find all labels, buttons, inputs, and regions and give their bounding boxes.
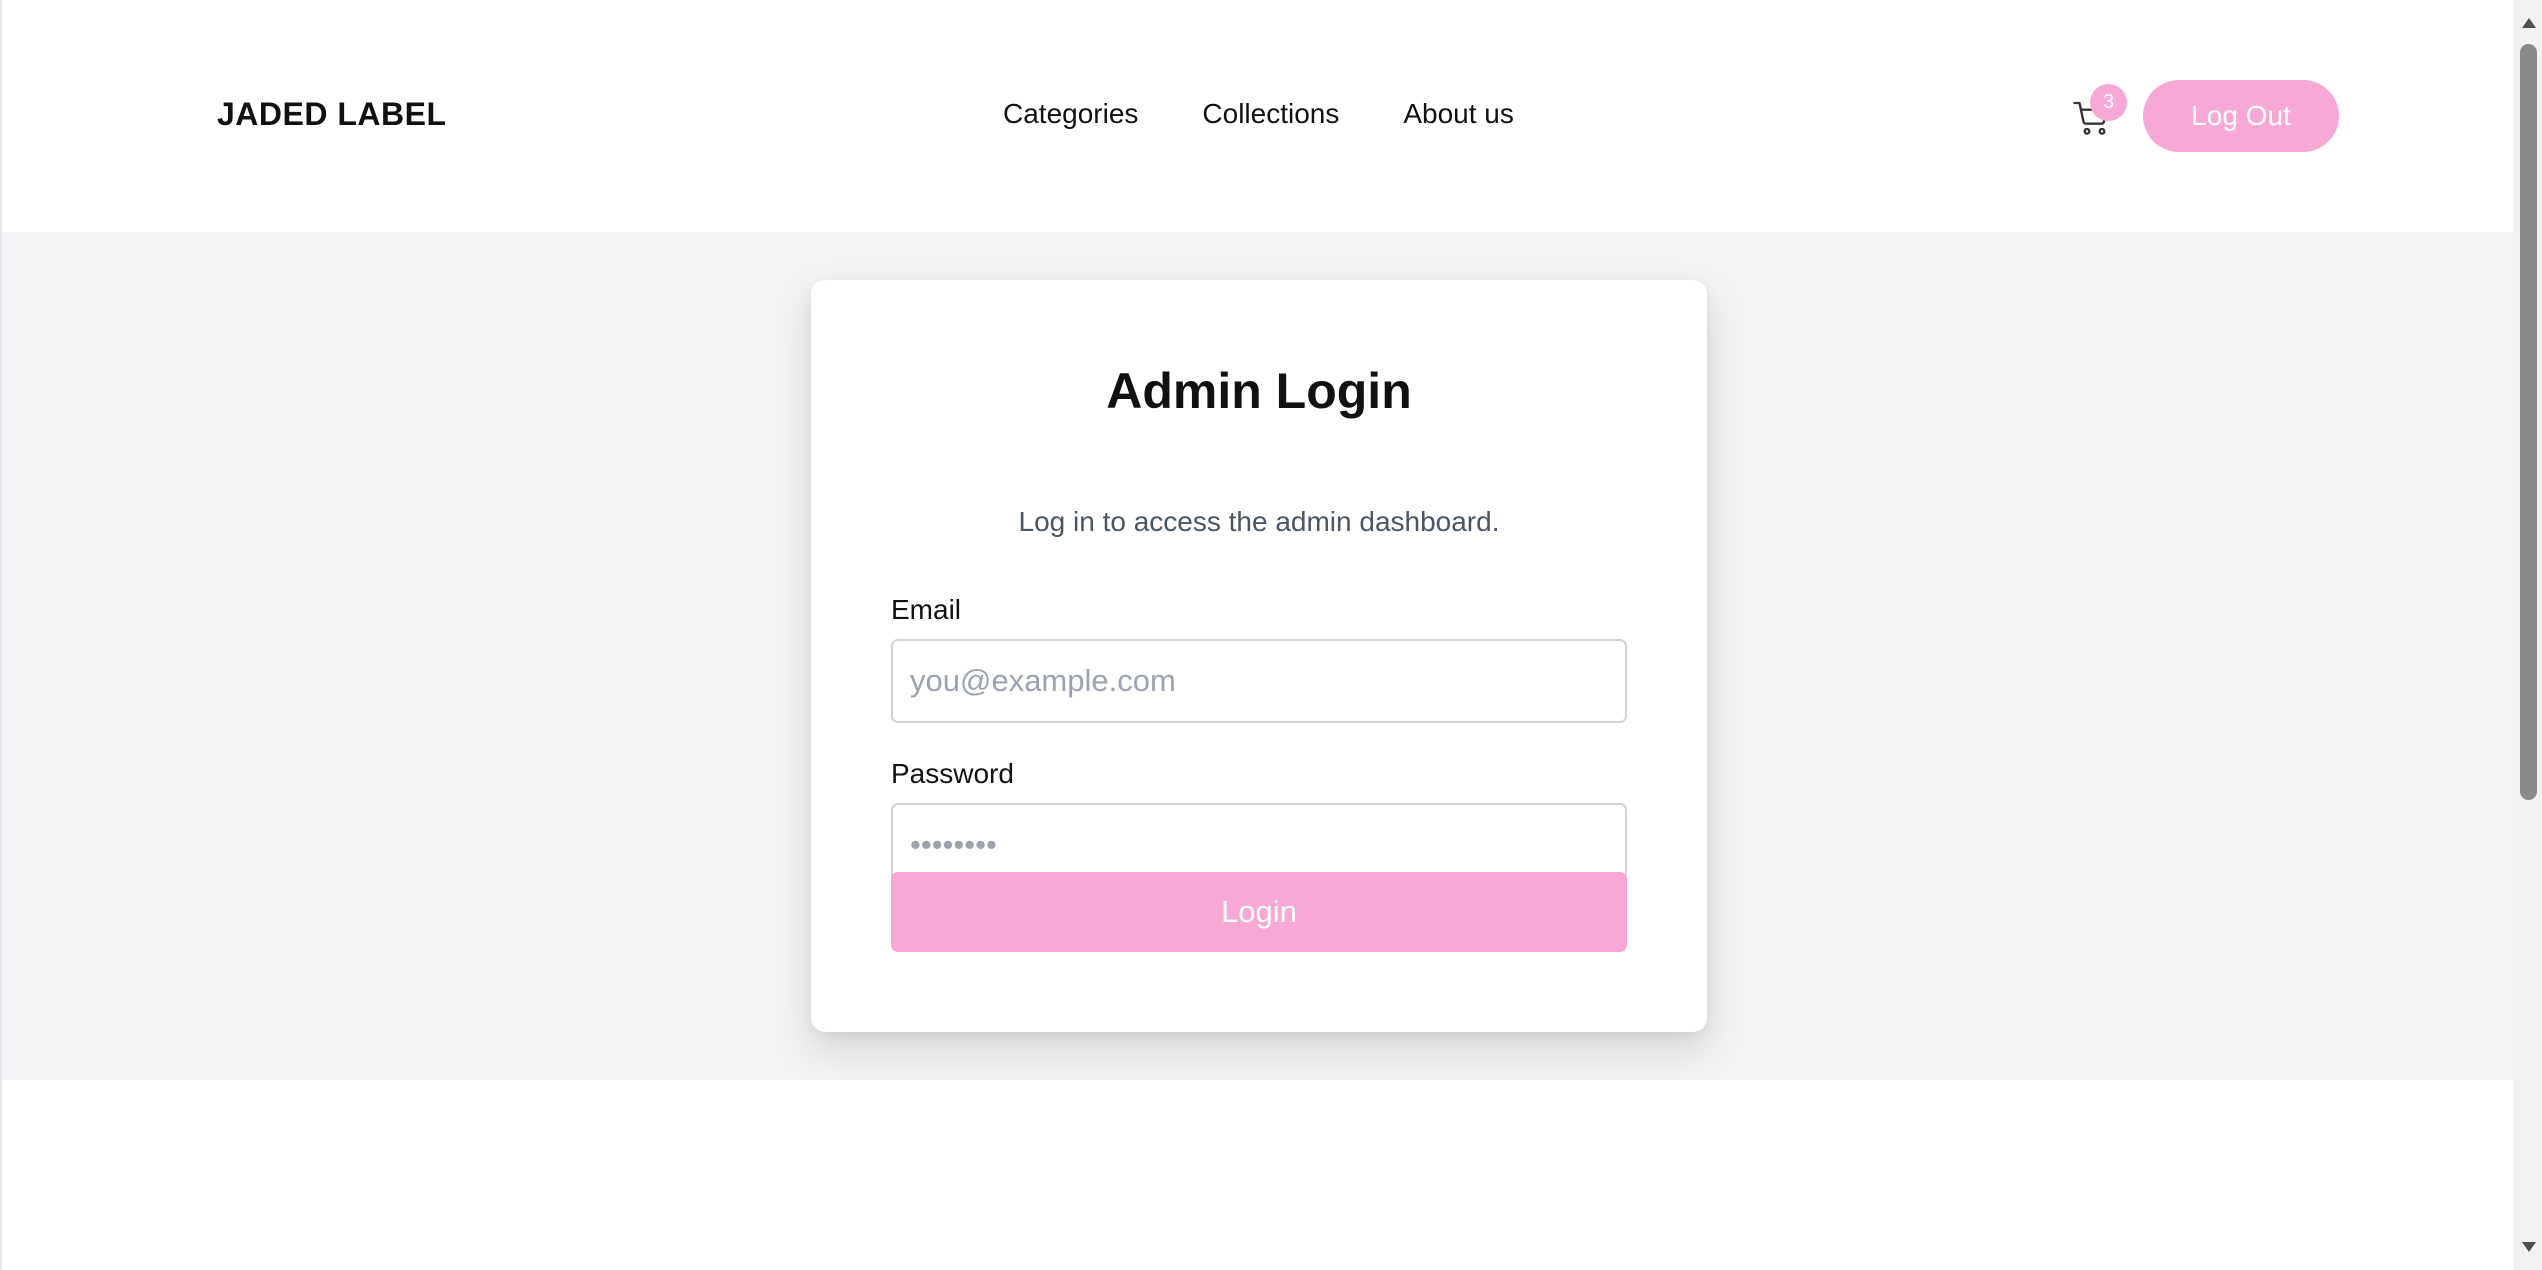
scroll-up-arrow-icon[interactable] <box>2522 18 2536 28</box>
site-header: JADED LABEL Categories Collections About… <box>2 0 2516 232</box>
email-field[interactable] <box>891 639 1627 723</box>
login-submit-button[interactable]: Login <box>891 872 1627 952</box>
cart-count-badge: 3 <box>2090 84 2127 121</box>
main-nav: Categories Collections About us <box>1003 98 1514 130</box>
browser-viewport: JADED LABEL Categories Collections About… <box>0 0 2516 1270</box>
password-label: Password <box>891 758 1014 789</box>
login-card: Admin Login Log in to access the admin d… <box>811 280 1707 1032</box>
main-content: Admin Login Log in to access the admin d… <box>2 232 2516 1080</box>
email-label: Email <box>891 594 962 625</box>
brand-logo[interactable]: JADED LABEL <box>217 96 447 133</box>
page-title: Admin Login <box>1106 363 1412 419</box>
scroll-down-arrow-icon[interactable] <box>2522 1242 2536 1252</box>
logout-button[interactable]: Log Out <box>2143 80 2339 152</box>
page-subtitle: Log in to access the admin dashboard. <box>1018 506 1500 537</box>
scrollbar-thumb[interactable] <box>2520 44 2537 800</box>
nav-link-about-us[interactable]: About us <box>1403 98 1514 130</box>
page-footer <box>2 1080 2516 1270</box>
nav-link-categories[interactable]: Categories <box>1003 98 1138 130</box>
vertical-scrollbar[interactable] <box>2514 0 2542 1270</box>
nav-link-collections[interactable]: Collections <box>1202 98 1339 130</box>
